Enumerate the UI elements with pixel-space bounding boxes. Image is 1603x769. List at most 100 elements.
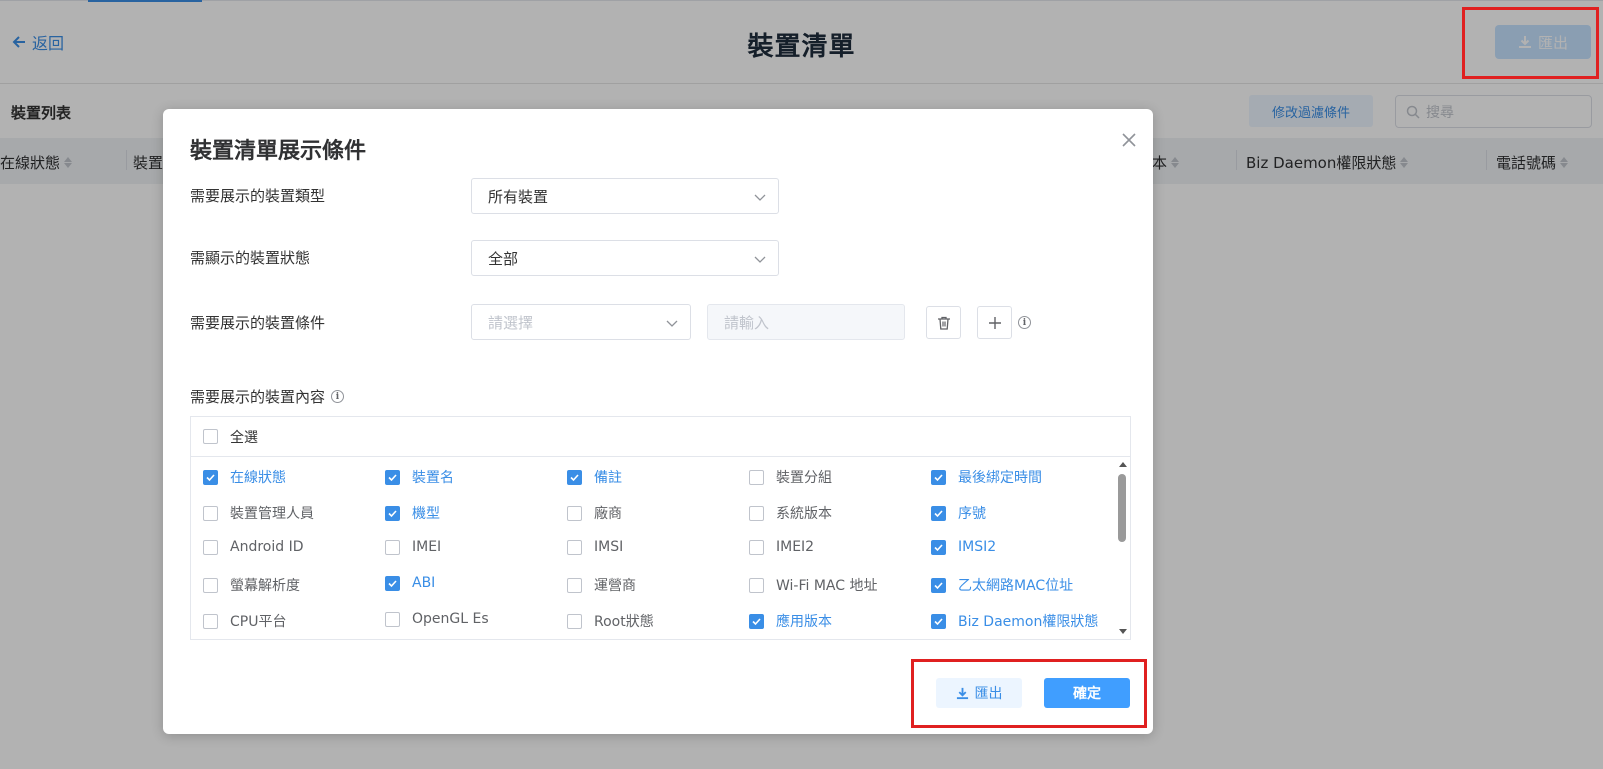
content-field-option[interactable]: 機型 <box>385 503 440 523</box>
device-status-select[interactable]: 全部 <box>471 240 779 276</box>
field-checkbox[interactable] <box>385 575 400 591</box>
content-field-option[interactable]: 廠商 <box>567 503 622 523</box>
field-checkbox[interactable] <box>385 611 400 627</box>
field-label: Root狀態 <box>594 614 654 630</box>
field-checkbox[interactable] <box>203 539 218 555</box>
chevron-down-icon <box>666 320 678 327</box>
field-label: IMSI2 <box>958 539 997 555</box>
field-checkbox[interactable] <box>931 577 946 593</box>
condition-input-placeholder: 請輸入 <box>724 313 770 332</box>
field-checkbox[interactable] <box>203 469 218 485</box>
field-label: Biz Daemon權限狀態 <box>958 614 1099 630</box>
content-field-option[interactable]: Wi-Fi MAC 地址 <box>749 575 878 595</box>
scroll-up-icon[interactable] <box>1119 462 1127 467</box>
info-icon[interactable]: i <box>331 390 345 403</box>
device-content-label: 需要展示的裝置內容 i <box>190 386 345 407</box>
field-checkbox[interactable] <box>203 505 218 521</box>
close-icon[interactable] <box>1120 131 1138 149</box>
field-checkbox[interactable] <box>567 539 582 555</box>
select-all-row[interactable]: 全選 <box>191 417 1130 457</box>
field-checkbox[interactable] <box>931 469 946 485</box>
content-field-option[interactable]: Biz Daemon權限狀態 <box>931 611 1098 631</box>
field-checkbox[interactable] <box>385 539 400 555</box>
delete-condition-button[interactable] <box>926 306 961 339</box>
field-label: 序號 <box>958 506 986 522</box>
field-checkbox[interactable] <box>567 469 582 485</box>
scrollbar-thumb[interactable] <box>1118 474 1126 542</box>
plus-icon <box>988 316 1001 329</box>
field-checkbox[interactable] <box>931 539 946 555</box>
content-field-option[interactable]: 裝置名 <box>385 467 454 487</box>
content-field-option[interactable]: 螢幕解析度 <box>203 575 300 595</box>
field-label: 裝置名 <box>412 470 454 486</box>
content-field-option[interactable]: 在線狀態 <box>203 467 286 487</box>
chevron-down-icon <box>754 256 766 263</box>
content-field-option[interactable]: 系統版本 <box>749 503 832 523</box>
info-icon[interactable]: i <box>1018 316 1031 329</box>
field-label: 最後綁定時間 <box>958 470 1042 486</box>
field-checkbox[interactable] <box>749 469 764 485</box>
field-checkbox[interactable] <box>931 613 946 629</box>
chevron-down-icon <box>754 194 766 201</box>
highlight-box-export <box>1462 7 1599 79</box>
device-type-value: 所有裝置 <box>488 187 549 206</box>
field-label: 在線狀態 <box>230 470 286 486</box>
field-checkbox[interactable] <box>385 469 400 485</box>
content-field-option[interactable]: IMSI2 <box>931 539 996 555</box>
checkbox-panel-scrollbar[interactable] <box>1116 459 1129 637</box>
content-field-option[interactable]: 應用版本 <box>749 611 832 631</box>
content-field-option[interactable]: 裝置分組 <box>749 467 832 487</box>
field-label: OpenGL Es <box>412 611 489 627</box>
device-status-value: 全部 <box>488 249 519 268</box>
field-checkbox[interactable] <box>749 539 764 555</box>
field-label: Wi-Fi MAC 地址 <box>776 578 878 594</box>
content-field-option[interactable]: 序號 <box>931 503 986 523</box>
field-checkbox[interactable] <box>749 613 764 629</box>
content-field-option[interactable]: IMEI <box>385 539 441 555</box>
content-field-option[interactable]: 乙太網路MAC位址 <box>931 575 1073 595</box>
content-field-option[interactable]: CPU平台 <box>203 611 286 631</box>
field-checkbox[interactable] <box>203 613 218 629</box>
device-type-label: 需要展示的裝置類型 <box>190 187 326 205</box>
field-checkbox[interactable] <box>567 613 582 629</box>
scroll-down-icon[interactable] <box>1119 629 1127 634</box>
condition-field-select[interactable]: 請選擇 <box>471 304 691 340</box>
content-field-option[interactable]: IMSI <box>567 539 623 555</box>
content-field-option[interactable]: 備註 <box>567 467 622 487</box>
field-checkbox[interactable] <box>749 505 764 521</box>
field-label: 螢幕解析度 <box>230 578 300 594</box>
content-field-option[interactable]: 最後綁定時間 <box>931 467 1042 487</box>
field-label: Android ID <box>230 539 304 555</box>
field-label: 系統版本 <box>776 506 832 522</box>
content-field-option[interactable]: 裝置管理人員 <box>203 503 314 523</box>
display-conditions-dialog: 裝置清單展示條件 需要展示的裝置類型 所有裝置 需顯示的裝置狀態 全部 需要展示… <box>163 109 1153 734</box>
field-label: ABI <box>412 575 436 591</box>
content-field-option[interactable]: OpenGL Es <box>385 611 489 627</box>
field-label: 廠商 <box>594 506 622 522</box>
dialog-title: 裝置清單展示條件 <box>190 139 367 164</box>
device-status-label: 需顯示的裝置狀態 <box>190 249 311 267</box>
content-field-option[interactable]: ABI <box>385 575 435 591</box>
device-condition-label: 需要展示的裝置條件 <box>190 314 326 332</box>
field-checkbox[interactable] <box>567 505 582 521</box>
content-field-option[interactable]: Root狀態 <box>567 611 654 631</box>
content-field-option[interactable]: 運營商 <box>567 575 636 595</box>
trash-icon <box>937 316 950 330</box>
select-all-checkbox[interactable] <box>203 429 218 444</box>
field-label: 乙太網路MAC位址 <box>958 578 1074 594</box>
field-label: 應用版本 <box>776 614 832 630</box>
field-checkbox[interactable] <box>203 577 218 593</box>
field-label: 裝置分組 <box>776 470 832 486</box>
condition-value-input[interactable]: 請輸入 <box>707 304 905 340</box>
field-checkbox[interactable] <box>931 505 946 521</box>
field-checkbox[interactable] <box>749 577 764 593</box>
field-checkbox[interactable] <box>567 577 582 593</box>
content-field-grid: 在線狀態 裝置名 備註 裝置分組 最後綁定時間裝置管理人員 機型 廠商 系統版本 序號 Andro… <box>191 457 1111 639</box>
field-checkbox[interactable] <box>385 505 400 521</box>
content-field-option[interactable]: Android ID <box>203 539 304 555</box>
field-label: 備註 <box>594 470 622 486</box>
device-type-select[interactable]: 所有裝置 <box>471 178 779 214</box>
add-condition-button[interactable] <box>977 306 1012 339</box>
content-field-option[interactable]: IMEI2 <box>749 539 814 555</box>
field-label: 裝置管理人員 <box>230 506 314 522</box>
